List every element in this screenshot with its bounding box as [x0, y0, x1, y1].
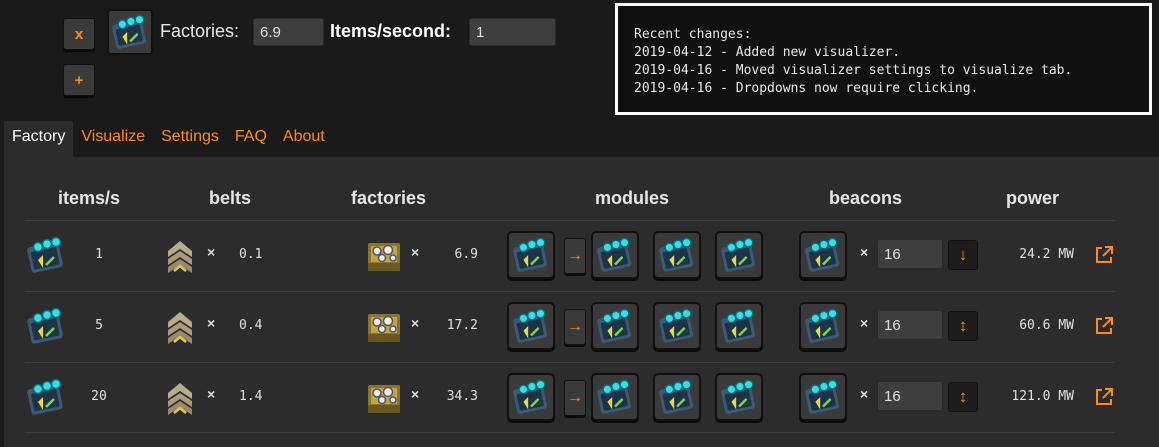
beacon-count-input[interactable] [877, 239, 943, 269]
header-beacons: beacons [829, 188, 903, 208]
header-items: items/s [58, 188, 121, 208]
external-link-icon[interactable] [1093, 315, 1115, 337]
beacon-module-slot[interactable] [799, 373, 847, 421]
beacon-module-slot[interactable] [799, 302, 847, 350]
change-line: 2019-04-12 - Added new visualizer. [634, 45, 901, 60]
change-line: 2019-04-16 - Moved visualizer settings t… [634, 63, 1073, 78]
module-slot[interactable] [507, 231, 555, 279]
copy-module-button[interactable]: → [564, 380, 586, 416]
recipe-selector[interactable] [107, 9, 153, 55]
tab-settings[interactable]: Settings [153, 121, 227, 157]
beacon-copy-button[interactable]: ↕ [948, 311, 978, 341]
factory-count: 34.3 [446, 389, 478, 404]
beacon-copy-button[interactable]: ↓ [948, 240, 978, 270]
module-circuit-icon [26, 377, 66, 417]
times-sign: × [207, 244, 216, 260]
factory-count: 17.2 [446, 318, 478, 333]
belt-icon[interactable] [160, 235, 200, 275]
tab-faq[interactable]: FAQ [227, 121, 275, 157]
beacon-count-input[interactable] [877, 381, 943, 411]
add-factory-button[interactable]: + [63, 64, 95, 96]
beacon-module-icon [804, 236, 842, 274]
factories-input[interactable] [253, 18, 324, 46]
times-sign: × [207, 386, 216, 402]
module-circuit-icon [111, 13, 149, 51]
times-sign: × [411, 315, 420, 331]
items-rate: 5 [95, 318, 103, 333]
module-circuit-icon [658, 236, 696, 274]
beacon-module-icon [804, 378, 842, 416]
header-modules: modules [595, 188, 670, 208]
module-slot[interactable] [591, 373, 639, 421]
beacon-module-slot[interactable] [799, 231, 847, 279]
times-sign: × [411, 244, 420, 260]
module-circuit-icon [26, 235, 66, 275]
items-rate: 1 [95, 247, 103, 262]
tab-factory[interactable]: Factory [4, 121, 74, 157]
module-circuit-icon [596, 378, 634, 416]
items-per-second-label: Items/second: [330, 21, 452, 41]
module-slot[interactable] [507, 373, 555, 421]
module-slot[interactable] [591, 231, 639, 279]
module-slot[interactable] [507, 302, 555, 350]
module-circuit-icon [512, 378, 550, 416]
copy-module-button[interactable]: → [564, 238, 586, 274]
assembler-icon[interactable] [364, 306, 404, 346]
header-belts: belts [209, 188, 252, 208]
recent-changes-box: Recent changes: 2019-04-12 - Added new v… [615, 3, 1152, 115]
module-circuit-icon [26, 306, 66, 346]
beacon-module-icon [804, 307, 842, 345]
module-circuit-icon [720, 307, 758, 345]
tab-bar: Factory Visualize Settings FAQ About [4, 121, 333, 157]
power-value: 121.0 MW [1011, 389, 1074, 404]
module-circuit-icon [596, 307, 634, 345]
module-circuit-icon [720, 378, 758, 416]
module-circuit-icon [720, 236, 758, 274]
copy-module-button[interactable]: → [564, 309, 586, 345]
times-sign: × [860, 315, 869, 331]
module-circuit-icon [658, 307, 696, 345]
times-sign: × [411, 386, 420, 402]
assembler-icon[interactable] [364, 235, 404, 275]
module-circuit-icon [512, 307, 550, 345]
module-slot[interactable] [653, 302, 701, 350]
change-line: 2019-04-16 - Dropdowns now require click… [634, 81, 979, 96]
belt-icon[interactable] [160, 377, 200, 417]
recent-changes-title: Recent changes: [634, 27, 752, 42]
factory-count: 6.9 [454, 247, 478, 262]
power-value: 60.6 MW [1019, 318, 1074, 333]
module-circuit-icon [658, 378, 696, 416]
external-link-icon[interactable] [1093, 386, 1115, 408]
tab-about[interactable]: About [275, 121, 333, 157]
factories-label: Factories: [160, 21, 240, 41]
belt-count: 1.4 [239, 389, 263, 404]
assembler-icon[interactable] [364, 377, 404, 417]
module-slot[interactable] [591, 302, 639, 350]
module-slot[interactable] [715, 302, 763, 350]
items-per-second-input[interactable] [469, 18, 556, 46]
header-power: power [1006, 188, 1060, 208]
module-slot[interactable] [715, 373, 763, 421]
belt-icon[interactable] [160, 306, 200, 346]
header-factories: factories [351, 188, 427, 208]
times-sign: × [860, 244, 869, 260]
external-link-icon[interactable] [1093, 244, 1115, 266]
tab-visualize[interactable]: Visualize [73, 121, 153, 157]
power-value: 24.2 MW [1019, 247, 1074, 262]
beacon-copy-button[interactable]: ↕ [948, 382, 978, 412]
module-circuit-icon [512, 236, 550, 274]
times-sign: × [207, 315, 216, 331]
module-slot[interactable] [653, 231, 701, 279]
module-circuit-icon [596, 236, 634, 274]
items-rate: 20 [91, 389, 107, 404]
belt-count: 0.4 [239, 318, 263, 333]
remove-factory-button[interactable]: x [63, 18, 95, 50]
belt-count: 0.1 [239, 247, 263, 262]
module-slot[interactable] [715, 231, 763, 279]
times-sign: × [860, 386, 869, 402]
module-slot[interactable] [653, 373, 701, 421]
beacon-count-input[interactable] [877, 310, 943, 340]
